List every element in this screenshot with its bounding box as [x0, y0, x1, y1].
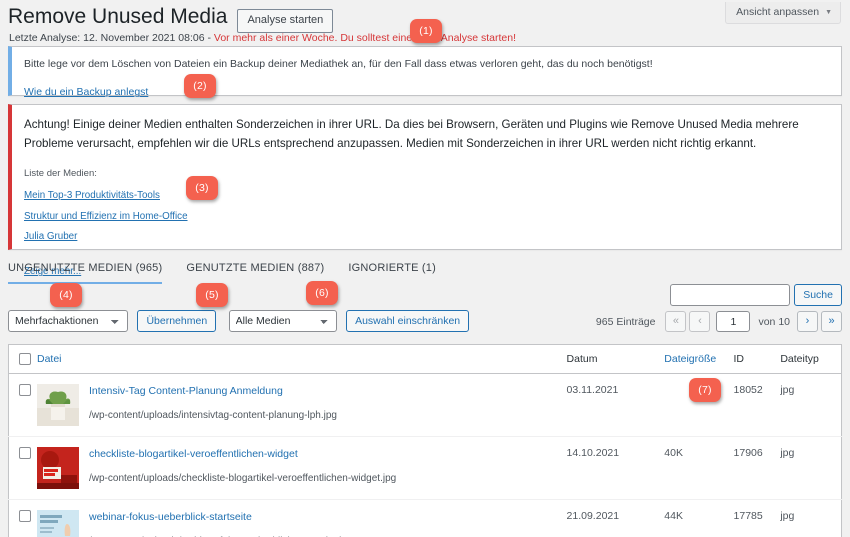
callout-badge-5: (5)	[196, 283, 228, 307]
pagination: 965 Einträge « ‹ von 10 › »	[596, 311, 842, 332]
media-title-link[interactable]: checkliste-blogartikel-veroeffentlichen-…	[89, 448, 396, 461]
media-title-link[interactable]: Intensiv-Tag Content-Planung Anmeldung	[89, 385, 337, 398]
restrict-selection-button[interactable]: Auswahl einschränken	[346, 310, 470, 332]
media-id: 17906	[733, 436, 781, 500]
search-submit-button[interactable]: Suche	[794, 284, 842, 306]
row-select-cell	[8, 373, 37, 437]
table-row: webinar-fokus-ueberblick-startseite /wp-…	[8, 499, 842, 537]
media-tabs: UNGENUTZTE MEDIEN (965) GENUTZTE MEDIEN …	[8, 262, 460, 284]
media-list-label: Liste der Medien:	[24, 168, 97, 180]
media-date: 14.10.2021	[566, 436, 665, 500]
column-header-file[interactable]: Datei	[37, 344, 567, 375]
tab-ignored-media[interactable]: IGNORIERTE (1)	[348, 262, 436, 284]
media-size: 44K	[664, 499, 734, 537]
file-cell: webinar-fokus-ueberblick-startseite /wp-…	[37, 499, 567, 537]
column-header-date[interactable]: Datum	[566, 344, 665, 375]
chevron-down-icon: ▼	[825, 8, 832, 16]
media-size: 40K	[664, 436, 734, 500]
analysis-warning-text: Vor mehr als einer Woche. Du solltest ei…	[213, 32, 517, 44]
current-page-input[interactable]	[716, 311, 751, 332]
media-type: jpg	[780, 436, 842, 500]
media-path: /wp-content/uploads/intensivtag-content-…	[89, 409, 337, 421]
admin-page: Ansicht anpassen ▼ Remove Unused Media A…	[0, 0, 850, 537]
table-head: Datei Datum Dateigröße ID Dateityp	[8, 344, 842, 375]
search-input[interactable]	[670, 284, 791, 306]
page-header: Remove Unused Media Analyse starten	[8, 4, 334, 33]
next-page-button[interactable]: ›	[797, 311, 818, 332]
table-header-row: Datei Datum Dateigröße ID Dateityp	[8, 344, 842, 375]
table-row: checkliste-blogartikel-veroeffentlichen-…	[8, 436, 842, 500]
backup-notice-text: Bitte lege vor dem Löschen von Dateien e…	[24, 58, 653, 70]
last-analysis-text: Letzte Analyse: 12. November 2021 08:06 …	[9, 32, 214, 44]
last-page-button[interactable]: »	[821, 311, 842, 332]
total-items-count: 965 Einträge	[595, 315, 656, 328]
file-cell: checkliste-blogartikel-veroeffentlichen-…	[37, 436, 567, 500]
first-page-button[interactable]: «	[665, 311, 687, 332]
affected-media-link[interactable]: Struktur und Effizienz im Home-Office	[24, 211, 829, 222]
media-id: 18052	[733, 373, 781, 437]
media-type: jpg	[780, 373, 842, 437]
search-box: Suche	[670, 284, 842, 306]
bulk-action-select[interactable]: Mehrfachaktionen	[8, 310, 128, 332]
prev-page-button[interactable]: ‹	[689, 311, 711, 332]
tab-unused-media[interactable]: UNGENUTZTE MEDIEN (965)	[8, 262, 163, 284]
backup-notice: Bitte lege vor dem Löschen von Dateien e…	[8, 46, 842, 98]
backup-howto-link[interactable]: Wie du ein Backup anlegst	[24, 86, 148, 98]
media-title-link[interactable]: webinar-fokus-ueberblick-startseite	[89, 511, 352, 524]
media-thumbnail[interactable]	[37, 510, 79, 537]
row-select-cell	[8, 436, 37, 500]
media-type: jpg	[780, 499, 842, 537]
special-characters-notice: Achtung! Einige deiner Medien enthalten …	[8, 104, 842, 277]
column-header-id[interactable]: ID	[733, 344, 781, 375]
callout-badge-2: (2)	[184, 74, 216, 98]
callout-badge-3: (3)	[186, 176, 218, 200]
media-id: 17785	[733, 499, 781, 537]
column-header-type[interactable]: Dateityp	[780, 344, 842, 375]
tab-used-media[interactable]: GENUTZTE MEDIEN (887)	[186, 262, 324, 284]
apply-bulk-action-button[interactable]: Übernehmen	[137, 310, 217, 332]
row-checkbox[interactable]	[19, 384, 31, 397]
total-pages-label: von 10	[758, 315, 790, 328]
file-cell: Intensiv-Tag Content-Planung Anmeldung /…	[37, 373, 567, 437]
callout-badge-7: (7)	[689, 378, 721, 402]
media-thumbnail[interactable]	[37, 447, 79, 490]
screen-options-toggle[interactable]: Ansicht anpassen ▼	[725, 2, 841, 24]
callout-badge-4: (4)	[50, 283, 82, 307]
screen-options-label: Ansicht anpassen	[736, 6, 820, 18]
page-title: Remove Unused Media	[8, 5, 228, 28]
row-select-cell	[8, 499, 37, 537]
affected-media-link[interactable]: Julia Gruber	[24, 232, 829, 242]
media-filter-select[interactable]: Alle Medien	[228, 310, 337, 332]
media-path: /wp-content/uploads/checkliste-blogartik…	[89, 472, 397, 484]
media-thumbnail[interactable]	[37, 384, 79, 427]
media-table: Datei Datum Dateigröße ID Dateityp Inten…	[8, 344, 842, 537]
row-checkbox[interactable]	[19, 510, 31, 523]
select-all-checkbox[interactable]	[19, 353, 31, 366]
media-date: 21.09.2021	[566, 499, 665, 537]
media-date: 03.11.2021	[566, 373, 665, 437]
callout-badge-6: (6)	[306, 281, 338, 305]
start-analysis-button[interactable]: Analyse starten	[237, 9, 334, 33]
row-checkbox[interactable]	[19, 447, 31, 460]
select-all-header	[8, 344, 37, 375]
callout-badge-1: (1)	[410, 19, 442, 43]
affected-media-link[interactable]: Mein Top-3 Produktivitäts-Tools	[24, 191, 829, 201]
column-header-size[interactable]: Dateigröße	[664, 344, 734, 375]
special-characters-headline: Achtung! Einige deiner Medien enthalten …	[24, 118, 799, 150]
